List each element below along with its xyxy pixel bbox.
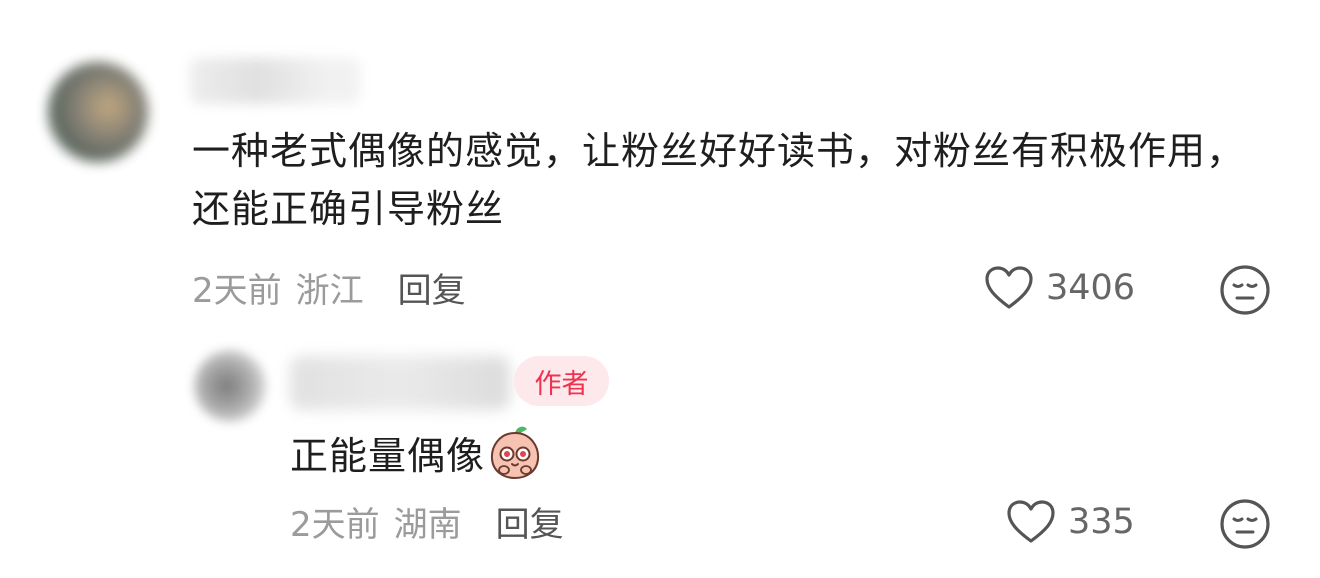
avatar[interactable] — [194, 350, 266, 422]
peach-sticker-icon — [491, 426, 540, 480]
heart-outline-icon — [1007, 500, 1055, 543]
reply-location: 湖南 — [393, 504, 462, 545]
neutral-face-icon[interactable] — [1219, 264, 1271, 316]
reply-text: 正能量偶像 — [290, 433, 486, 478]
neutral-face-icon[interactable] — [1219, 498, 1271, 550]
comment-meta: 2天前 浙江 回复 — [192, 262, 466, 312]
reply-meta: 2天前 湖南 回复 — [290, 496, 564, 546]
reply-text-row: 正能量偶像 — [290, 422, 543, 482]
heart-outline-icon — [985, 266, 1033, 309]
comment-time: 2天前 — [192, 270, 282, 311]
like-count: 335 — [1068, 502, 1135, 542]
comment-location: 浙江 — [295, 270, 364, 311]
author-name-blurred[interactable] — [290, 356, 510, 410]
like-count: 3406 — [1046, 268, 1136, 308]
reply-button[interactable]: 回复 — [398, 263, 466, 312]
author-badge: 作者 — [514, 356, 609, 406]
reply-button[interactable]: 回复 — [496, 497, 564, 546]
reply-time: 2天前 — [290, 504, 380, 545]
like-button[interactable]: 335 — [1006, 496, 1135, 548]
author-name-blurred[interactable] — [190, 58, 360, 104]
comment-text: 一种老式偶像的感觉，让粉丝好好读书，对粉丝有积极作用，还能正确引导粉丝 — [192, 129, 1246, 231]
avatar[interactable] — [48, 62, 148, 162]
like-button[interactable]: 3406 — [984, 262, 1135, 314]
